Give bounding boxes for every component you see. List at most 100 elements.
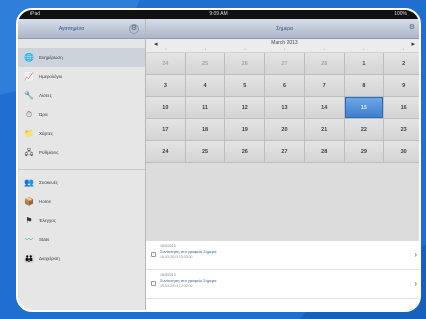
calendar-day-today[interactable]: 15 <box>344 97 384 118</box>
sidebar-item[interactable]: 📈 Ημερολόγιο <box>18 67 145 86</box>
calendar-day[interactable]: 28 <box>304 53 344 74</box>
calendar-day[interactable]: 14 <box>304 97 344 118</box>
calendar-day[interactable]: 27 <box>265 141 304 162</box>
weekday-label: ▪ <box>402 47 404 51</box>
weekday-label: ▪ <box>283 47 286 51</box>
chevron-right-icon: › <box>414 250 417 259</box>
calendar-day[interactable]: 5 <box>225 75 265 96</box>
sidebar-item-label: Χάρτες <box>39 131 54 136</box>
sidebar-item[interactable]: 👥 Συσκευές <box>18 173 145 192</box>
chart-icon: 📈 <box>24 71 34 81</box>
settings-icon[interactable]: ⚙ <box>409 23 415 31</box>
clock-icon: ⏱ <box>25 109 33 119</box>
calendar-day[interactable]: 25 <box>185 53 225 74</box>
main-navbar: Σήμερα ⚙ <box>146 19 419 39</box>
calendar-day[interactable]: 6 <box>265 75 304 96</box>
today-button[interactable]: Σήμερα <box>146 19 419 39</box>
sidebar-item-label: Ημερολόγιο <box>39 74 63 79</box>
calendar-day[interactable]: 13 <box>265 97 304 118</box>
event-calendar-icon <box>151 252 156 257</box>
sidebar-item[interactable]: 🔧 Λίστες <box>18 86 145 105</box>
calendar-day[interactable]: 27 <box>265 53 304 74</box>
event-time: 15-03-2013 12:00:00 <box>160 284 193 288</box>
sidebar-item-label: Ενημέρωση <box>39 55 63 60</box>
calendar-day[interactable]: 9 <box>384 75 419 96</box>
calendar-day[interactable]: 10 <box>146 97 185 118</box>
event-calendar-icon <box>151 281 156 286</box>
event-row[interactable]: 15/3/2013 Συνάντηση στο γραφείο Σήμερα 15-… <box>146 241 419 270</box>
calendar-day[interactable]: 19 <box>225 119 265 140</box>
network-icon: 🖧 <box>24 147 34 157</box>
globe-icon: 🌐 <box>24 52 34 62</box>
calendar-day[interactable]: 23 <box>384 119 419 140</box>
sidebar-item[interactable]: ⚑ Έλεγχος <box>18 211 145 230</box>
events-list: 15/3/2013 Συνάντηση στο γραφείο Σήμερα 15-… <box>146 241 419 310</box>
sidebar-item[interactable]: 👪 Διαχείριση <box>18 249 145 268</box>
calendar-grid: 24 25 26 27 28 1 2 3 4 5 6 7 8 9 10 11 12 13 14 15 16 17 18 19 2… <box>146 53 419 163</box>
calendar-day[interactable]: 4 <box>185 75 225 96</box>
sidebar-item-label: Λίστες <box>39 93 52 98</box>
flag-icon: ⚑ <box>25 215 33 225</box>
calendar-day[interactable]: 8 <box>344 75 384 96</box>
sidebar-item[interactable]: 〰 Stats <box>18 230 145 249</box>
sidebar-item[interactable]: 📦 Home <box>18 192 145 211</box>
sidebar: Αγαπημένα ⚙ 🌐 Ενημέρωση 📈 Ημερολόγιο 🔧 Λίστες… <box>18 19 146 310</box>
main-panel: Σήμερα ⚙ ◂ March 2013 ▸ ▪ ▪ ▪ ▪ ▪ ▪ ▪ 24 25 26 27… <box>146 19 419 310</box>
calendar-day[interactable]: 25 <box>185 141 225 162</box>
sidebar-item[interactable]: 🖧 Ρυθμίσεις <box>18 143 145 162</box>
tools-icon: 🔧 <box>24 90 34 100</box>
calendar-day[interactable]: 18 <box>185 119 225 140</box>
event-time: 15-03-2013 10:00:00 <box>160 255 193 259</box>
weekday-label: ▪ <box>323 47 325 51</box>
folder-icon: 📁 <box>24 128 34 138</box>
calendar-day[interactable]: 28 <box>304 141 344 162</box>
calendar-day[interactable]: 1 <box>344 53 384 74</box>
graph-icon: 〰 <box>25 234 33 244</box>
settings-gear-icon[interactable]: ⚙ <box>129 24 139 34</box>
weekday-label: ▪ <box>363 47 365 51</box>
calendar-day[interactable]: 17 <box>146 119 185 140</box>
weekday-row: ▪ ▪ ▪ ▪ ▪ ▪ ▪ <box>146 47 419 51</box>
calendar-day[interactable]: 24 <box>146 141 185 162</box>
calendar-day[interactable]: 26 <box>225 141 265 162</box>
sidebar-navbar: Αγαπημένα ⚙ <box>18 19 145 39</box>
tablet-screen: iPad 9:09 AM 100% Αγαπημένα ⚙ 🌐 Ενημέρωση… <box>16 8 421 312</box>
sidebar-item[interactable]: ⏱ Ώρα <box>18 105 145 124</box>
sidebar-item-label: Συσκευές <box>39 180 58 185</box>
chevron-right-icon: › <box>414 279 417 288</box>
calendar-day[interactable]: 26 <box>225 53 265 74</box>
sidebar-item-label: Έλεγχος <box>39 218 56 223</box>
weekday-label: ▪ <box>204 47 206 51</box>
sidebar-item-label: Διαχείριση <box>39 256 60 261</box>
status-battery: 100% <box>394 11 407 17</box>
calendar-day[interactable]: 11 <box>185 97 225 118</box>
calendar-day[interactable]: 16 <box>384 97 419 118</box>
sidebar-item[interactable]: 🌐 Ενημέρωση <box>18 48 145 67</box>
sidebar-item[interactable]: 📁 Χάρτες <box>18 124 145 143</box>
calendar-day[interactable]: 7 <box>304 75 344 96</box>
calendar-day[interactable]: 3 <box>146 75 185 96</box>
sidebar-item-label: Ώρα <box>39 112 48 117</box>
sidebar-title: Αγαπημένα <box>58 26 85 32</box>
users-icon: 👥 <box>24 177 34 187</box>
sidebar-divider <box>18 162 145 170</box>
calendar-header: ◂ March 2013 ▸ ▪ ▪ ▪ ▪ ▪ ▪ ▪ <box>146 39 419 53</box>
calendar-day[interactable]: 2 <box>384 53 419 74</box>
calendar-day[interactable]: 21 <box>304 119 344 140</box>
calendar-day[interactable]: 24 <box>146 53 185 74</box>
sidebar-item-label: Home <box>39 199 52 204</box>
status-time: 9:09 AM <box>209 11 228 17</box>
weekday-label: ▪ <box>244 47 246 51</box>
status-bar: iPad 9:09 AM 100% <box>18 10 419 19</box>
sidebar-item-label: Ρυθμίσεις <box>39 150 59 155</box>
calendar-day[interactable]: 12 <box>225 97 265 118</box>
calendar-day[interactable]: 29 <box>344 141 384 162</box>
calendar-day[interactable]: 20 <box>265 119 304 140</box>
sidebar-group-label <box>18 39 145 48</box>
calendar-day[interactable]: 22 <box>344 119 384 140</box>
weekday-label: ▪ <box>165 47 167 51</box>
people-icon: 👪 <box>24 253 34 263</box>
event-row[interactable]: 15/3/2013 Συνάντηση στο γραφείο Σήμερα 15-… <box>146 270 419 299</box>
calendar-day[interactable]: 30 <box>384 141 419 162</box>
box-icon: 📦 <box>24 196 34 206</box>
